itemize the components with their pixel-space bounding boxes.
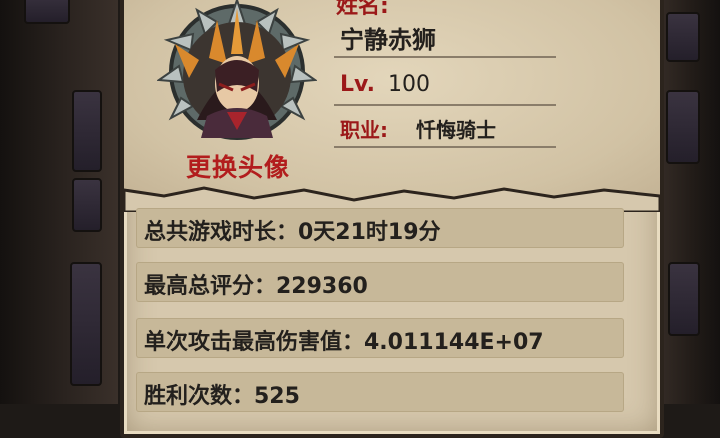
name-label: 姓名: — [336, 0, 389, 19]
stat-wins: 胜利次数：525 — [144, 384, 300, 409]
change-avatar-button[interactable]: 更换头像 — [168, 148, 308, 188]
job-value: 忏悔骑士 — [416, 118, 496, 142]
stat-max-damage: 单次攻击最高伤害值：4.011144E+07 — [144, 330, 544, 355]
divider — [334, 56, 556, 58]
level-label: Lv. — [340, 72, 375, 97]
level-value: 100 — [388, 72, 430, 97]
inventory-slot[interactable] — [24, 0, 70, 24]
inventory-slot[interactable] — [668, 262, 700, 336]
stat-row-max-damage: 单次攻击最高伤害值：4.011144E+07 — [136, 318, 624, 358]
left-inventory-background — [0, 0, 118, 404]
knight-portrait-icon[interactable] — [157, 0, 317, 146]
stat-row-wins: 胜利次数：525 — [136, 372, 624, 412]
inventory-slot[interactable] — [72, 90, 102, 172]
divider — [334, 146, 556, 148]
stat-highscore: 最高总评分：229360 — [144, 274, 368, 299]
stat-row-playtime: 总共游戏时长：0天21时19分 — [136, 208, 624, 248]
divider — [334, 104, 556, 106]
stat-playtime: 总共游戏时长：0天21时19分 — [144, 220, 441, 245]
player-name: 宁静赤狮 — [340, 26, 436, 54]
inventory-slot[interactable] — [70, 262, 102, 386]
stat-row-highscore: 最高总评分：229360 — [136, 262, 624, 302]
inventory-slot[interactable] — [666, 12, 700, 62]
inventory-slot[interactable] — [72, 178, 102, 232]
inventory-slot[interactable] — [666, 90, 700, 164]
job-label: 职业: — [340, 118, 388, 142]
